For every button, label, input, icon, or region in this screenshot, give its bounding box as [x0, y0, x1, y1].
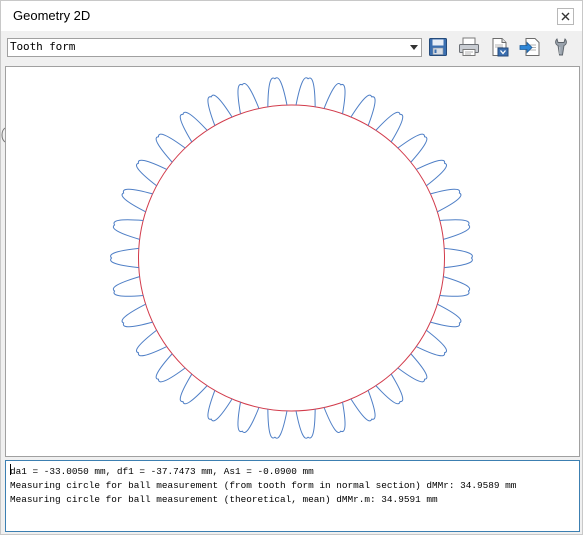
- settings-button[interactable]: [549, 35, 573, 59]
- print-button[interactable]: [457, 35, 481, 59]
- measuring-circle: [137, 104, 446, 412]
- printer-icon: [459, 37, 479, 56]
- output-line-2: Measuring circle for ball measurement (f…: [10, 480, 517, 491]
- send-arrow-icon: [519, 38, 540, 56]
- window-title: Geometry 2D: [13, 8, 91, 23]
- gear-drawing-canvas[interactable]: [5, 66, 580, 457]
- view-select[interactable]: Tooth form: [7, 38, 422, 57]
- send-button[interactable]: [518, 35, 542, 59]
- output-line-3: Measuring circle for ball measurement (t…: [10, 494, 438, 505]
- output-line-1: da1 = -33.0050 mm, df1 = -37.7473 mm, As…: [10, 464, 575, 479]
- view-select-value: Tooth form: [10, 40, 76, 53]
- close-icon: [561, 12, 570, 21]
- title-bar: Geometry 2D: [1, 1, 582, 31]
- wrench-icon: [555, 38, 567, 56]
- geometry-2d-window: Geometry 2D Tooth form da1 = -33.0050 mm…: [0, 0, 583, 535]
- floppy-disk-icon: [429, 38, 447, 56]
- tooth-form-outline: [110, 77, 473, 439]
- gear-tooth-form-drawing: [110, 77, 473, 439]
- chevron-down-icon: [410, 45, 418, 50]
- output-text-area[interactable]: da1 = -33.0050 mm, df1 = -37.7473 mm, As…: [5, 460, 580, 532]
- save-button[interactable]: [426, 35, 450, 59]
- output-line-1-text: da1 = -33.0050 mm, df1 = -37.7473 mm, As…: [10, 466, 314, 477]
- export-button[interactable]: [488, 35, 512, 59]
- toolbar: Tooth form: [1, 31, 582, 65]
- export-document-icon: [492, 38, 509, 57]
- close-button[interactable]: [557, 8, 574, 25]
